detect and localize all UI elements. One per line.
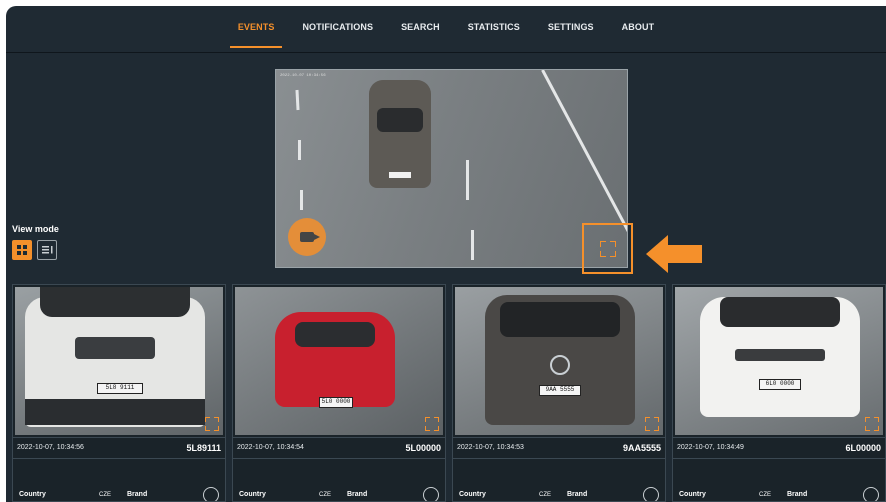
event-meta: 2022-10-07, 10:34:56 5L89111: [13, 437, 225, 459]
list-view-icon: [42, 246, 53, 254]
event-vehicle-image: 9AA 5555: [455, 287, 663, 435]
event-card[interactable]: 9AA 5555 2022-10-07, 10:34:53 9AA5555 Co…: [452, 284, 666, 502]
country-value: CZE: [539, 492, 551, 498]
event-meta: 2022-10-07, 10:34:53 9AA5555: [453, 437, 665, 459]
event-details: Country CZE Brand: [453, 483, 665, 501]
brand-label: Brand: [347, 491, 368, 498]
vehicle-license-plate: 5L8 9111: [97, 383, 143, 394]
road-image: [276, 70, 627, 267]
brand-label: Brand: [567, 491, 588, 498]
event-timestamp: 2022-10-07, 10:34:56: [17, 444, 84, 451]
expand-icon[interactable]: [645, 417, 659, 431]
event-details: Country CZE Brand: [673, 483, 885, 501]
country-value: CZE: [319, 492, 331, 498]
app-window: EVENTS NOTIFICATIONS SEARCH STATISTICS S…: [6, 6, 886, 502]
skoda-logo-icon: [863, 487, 879, 501]
event-vehicle-image: 6L0 0000: [675, 287, 883, 435]
fullscreen-icon[interactable]: [600, 241, 616, 257]
event-timestamp: 2022-10-07, 10:34:53: [457, 444, 524, 451]
fullscreen-button-highlight[interactable]: [582, 223, 633, 274]
event-meta: 2022-10-07, 10:34:49 6L00000: [673, 437, 885, 459]
peugeot-logo-icon: [203, 487, 219, 501]
expand-icon[interactable]: [205, 417, 219, 431]
event-details: Country CZE Brand: [13, 483, 225, 501]
list-view-button[interactable]: [37, 240, 57, 260]
tab-statistics[interactable]: STATISTICS: [454, 6, 534, 52]
volkswagen-logo-icon: [643, 487, 659, 501]
license-plate-number: 5L00000: [405, 443, 441, 453]
grid-view-button[interactable]: [12, 240, 32, 260]
event-timestamp: 2022-10-07, 10:34:49: [677, 444, 744, 451]
expand-icon[interactable]: [865, 417, 879, 431]
tab-settings[interactable]: SETTINGS: [534, 6, 608, 52]
top-navigation: EVENTS NOTIFICATIONS SEARCH STATISTICS S…: [6, 6, 886, 53]
tab-search[interactable]: SEARCH: [387, 6, 454, 52]
country-label: Country: [239, 491, 266, 498]
video-camera-icon[interactable]: [288, 218, 326, 256]
country-label: Country: [459, 491, 486, 498]
expand-icon[interactable]: [425, 417, 439, 431]
vehicle-license-plate: 6L0 0000: [759, 379, 801, 390]
event-details: Country CZE Brand: [233, 483, 445, 501]
vehicle-image: [369, 80, 431, 188]
license-plate-number: 9AA5555: [622, 443, 661, 453]
event-vehicle-image: 5L8 9111: [15, 287, 223, 435]
tab-events[interactable]: EVENTS: [224, 6, 289, 52]
license-plate-number: 6L00000: [845, 443, 881, 453]
brand-label: Brand: [127, 491, 148, 498]
brand-label: Brand: [787, 491, 808, 498]
event-card[interactable]: 5L8 9111 2022-10-07, 10:34:56 5L89111 Co…: [12, 284, 226, 502]
preview-timestamp: 2022-10-07 10:34:56: [280, 74, 326, 78]
event-card[interactable]: 6L0 0000 2022-10-07, 10:34:49 6L00000 Co…: [672, 284, 886, 502]
event-vehicle-image: 5L0 0000: [235, 287, 443, 435]
country-label: Country: [19, 491, 46, 498]
license-plate-number: 5L89111: [186, 443, 221, 453]
country-value: CZE: [99, 492, 111, 498]
vehicle-license-plate: 5L0 0000: [319, 397, 353, 408]
event-timestamp: 2022-10-07, 10:34:54: [237, 444, 304, 451]
event-card[interactable]: 5L0 0000 2022-10-07, 10:34:54 5L00000 Co…: [232, 284, 446, 502]
tab-notifications[interactable]: NOTIFICATIONS: [288, 6, 387, 52]
vehicle-license-plate: 9AA 5555: [539, 385, 581, 396]
arrow-left-icon: [646, 235, 702, 273]
live-camera-preview[interactable]: 2022-10-07 10:34:56: [275, 69, 628, 268]
country-label: Country: [679, 491, 706, 498]
country-value: CZE: [759, 492, 771, 498]
view-mode-label: View mode: [12, 224, 59, 234]
tab-about[interactable]: ABOUT: [608, 6, 669, 52]
event-meta: 2022-10-07, 10:34:54 5L00000: [233, 437, 445, 459]
grid-view-icon: [17, 245, 27, 255]
mazda-logo-icon: [423, 487, 439, 501]
